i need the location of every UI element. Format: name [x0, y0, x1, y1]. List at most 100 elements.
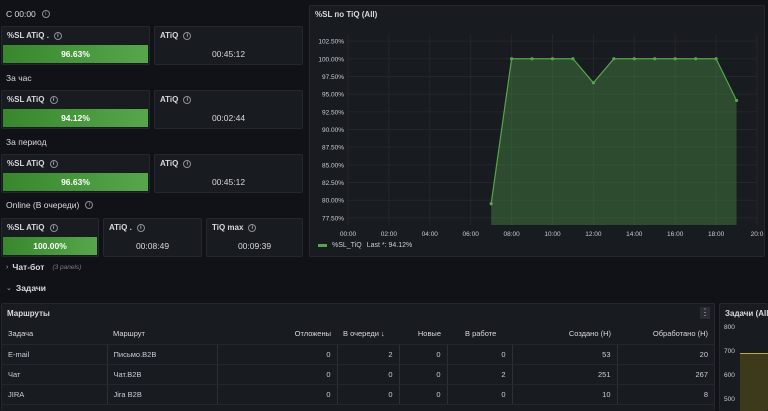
tasks-area-fill	[740, 353, 768, 411]
x-tick-label: 10:00	[544, 231, 561, 238]
cell-queue: 0	[337, 364, 400, 385]
atiq-panel-period[interactable]: ATiQ i 00:45:12	[154, 154, 303, 193]
cell-in-work: 2	[447, 364, 513, 385]
y-tick-label: 90.00%	[322, 127, 344, 134]
y-tick-label: 97.50%	[322, 74, 344, 81]
cell-processed: 267	[617, 364, 714, 385]
y-tick-label: 92.50%	[322, 109, 344, 116]
x-tick-label: 14:00	[626, 231, 643, 238]
data-point	[571, 57, 575, 61]
cell-new: 0	[399, 384, 448, 405]
atiq-panel-online[interactable]: ATiQ . i 00:08:49	[103, 218, 202, 257]
cell-postponed: 0	[217, 364, 338, 385]
row-panel-count: (3 panels)	[52, 263, 82, 271]
data-point	[510, 57, 514, 61]
row-title: Задачи	[15, 283, 46, 293]
data-point	[530, 57, 534, 61]
panel-title: Маршруты	[7, 309, 50, 318]
panel-menu-icon[interactable]: ⋮	[700, 307, 710, 319]
y-tick-label: 87.50%	[322, 145, 344, 152]
cell-processed: 20	[617, 344, 714, 365]
section-label-period: За период	[6, 137, 47, 147]
panel-title: ATiQ	[160, 159, 179, 168]
cell-processed: 8	[617, 384, 714, 405]
y-tick-label: 80.00%	[322, 198, 344, 205]
table-header-row: Задача Маршрут Отложены В очереди ↓ Новы…	[2, 324, 714, 345]
column-header-queue[interactable]: В очереди ↓	[337, 324, 399, 345]
sl-tiq-chart[interactable]: 102.50% 100.00% 97.50% 95.00% 92.50% 90.00% 87…	[310, 6, 766, 258]
info-icon[interactable]: i	[41, 10, 50, 18]
info-icon[interactable]: i	[183, 159, 192, 168]
cell-queue: 0	[337, 384, 400, 405]
info-icon[interactable]: i	[183, 95, 192, 104]
y-tick-label: 100.00%	[318, 56, 344, 63]
column-header-route[interactable]: Маршрут	[107, 324, 217, 345]
tasks-all-panel[interactable]: Задачи (All) 800 700 600 500	[719, 303, 768, 411]
cell-new: 0	[399, 364, 448, 385]
column-header-created[interactable]: Создано (Н)	[512, 324, 617, 345]
cell-created: 251	[512, 364, 618, 385]
sl-panel-today[interactable]: %SL ATiQ . i 96.63%	[1, 26, 150, 65]
cell-postponed: 0	[217, 384, 338, 405]
tiq-max-panel[interactable]: TiQ max i 00:09:39	[206, 218, 303, 257]
cell-route: Чат.B2B	[107, 364, 218, 385]
sl-tiq-chart-panel[interactable]: %SL по TiQ (All) 102.50% 100.00% 97.50% 95.…	[309, 5, 765, 257]
cell-created: 53	[512, 344, 618, 365]
panel-title: %SL ATiQ	[7, 95, 45, 104]
y-tick-label: 95.00%	[322, 92, 344, 99]
panel-title: ATiQ .	[109, 223, 132, 232]
cell-in-work: 0	[447, 384, 513, 405]
panel-title: Задачи (All)	[725, 309, 768, 318]
legend-series-name: %SL_TiQ	[332, 242, 362, 249]
sl-panel-period[interactable]: %SL ATiQ i 96.63%	[1, 154, 150, 193]
sort-desc-icon: ↓	[381, 329, 385, 339]
legend-last-value: Last *: 94.12%	[366, 242, 413, 249]
y-tick-label: 102.50%	[318, 39, 344, 46]
info-icon[interactable]: i	[136, 223, 145, 232]
table-row[interactable]: Чат Чат.B2B 0 0 0 2 251 267	[2, 364, 714, 385]
sl-gauge: 96.63%	[3, 45, 148, 63]
data-point	[734, 98, 739, 103]
info-icon[interactable]: i	[53, 31, 62, 40]
info-icon[interactable]: i	[49, 223, 58, 232]
y-tick-label: 85.00%	[322, 162, 344, 169]
panel-title: %SL ATiQ	[7, 223, 45, 232]
info-icon[interactable]: i	[85, 201, 94, 209]
x-tick-label: 16:00	[667, 231, 684, 238]
atiq-value: 00:45:12	[211, 177, 246, 187]
panel-title: %SL ATiQ	[7, 159, 45, 168]
column-header-processed[interactable]: Обработано (Н)	[617, 324, 714, 345]
column-header-task[interactable]: Задача	[2, 324, 107, 345]
x-tick-label: 06:00	[463, 231, 480, 238]
cell-created: 10	[512, 384, 618, 405]
data-point	[632, 57, 636, 61]
row-tasks[interactable]: ⌄ Задачи	[6, 283, 46, 293]
sl-gauge: 100.00%	[3, 237, 97, 255]
panel-title: ATiQ	[160, 31, 179, 40]
chart-legend[interactable]: %SL_TiQ Last *: 94.12%	[318, 242, 412, 249]
info-icon[interactable]: i	[183, 31, 192, 40]
x-tick-label: 04:00	[422, 231, 439, 238]
cell-queue: 2	[337, 344, 400, 365]
info-icon[interactable]: i	[49, 159, 58, 168]
cell-task: E-mail	[2, 344, 108, 365]
x-tick-label: 00:00	[340, 231, 357, 238]
panel-title: %SL ATiQ .	[7, 31, 49, 40]
tiq-max-value: 00:09:39	[237, 241, 272, 251]
sl-panel-online[interactable]: %SL ATiQ i 100.00%	[1, 218, 99, 257]
column-header-postponed[interactable]: Отложены	[217, 324, 337, 345]
routes-table-panel[interactable]: Маршруты ⋮ Задача Маршрут Отложены В оче…	[1, 303, 715, 411]
row-chatbot[interactable]: › Чат-бот (3 panels)	[6, 262, 81, 272]
table-row[interactable]: E-mail Письмо.B2B 0 2 0 0 53 20	[2, 344, 714, 365]
info-icon[interactable]: i	[49, 95, 58, 104]
column-header-in-work[interactable]: В работе	[447, 324, 512, 345]
data-point	[612, 57, 616, 61]
data-point	[673, 57, 677, 61]
sl-panel-hour[interactable]: %SL ATiQ i 94.12%	[1, 90, 150, 129]
column-header-new[interactable]: Новые	[399, 324, 447, 345]
atiq-panel-hour[interactable]: ATiQ i 00:02:44	[154, 90, 303, 129]
cell-task: JIRA	[2, 384, 108, 405]
table-row[interactable]: JIRA Jira B2B 0 0 0 0 10 8	[2, 384, 714, 405]
info-icon[interactable]: i	[248, 223, 257, 232]
atiq-panel-today[interactable]: ATiQ i 00:45:12	[154, 26, 303, 65]
